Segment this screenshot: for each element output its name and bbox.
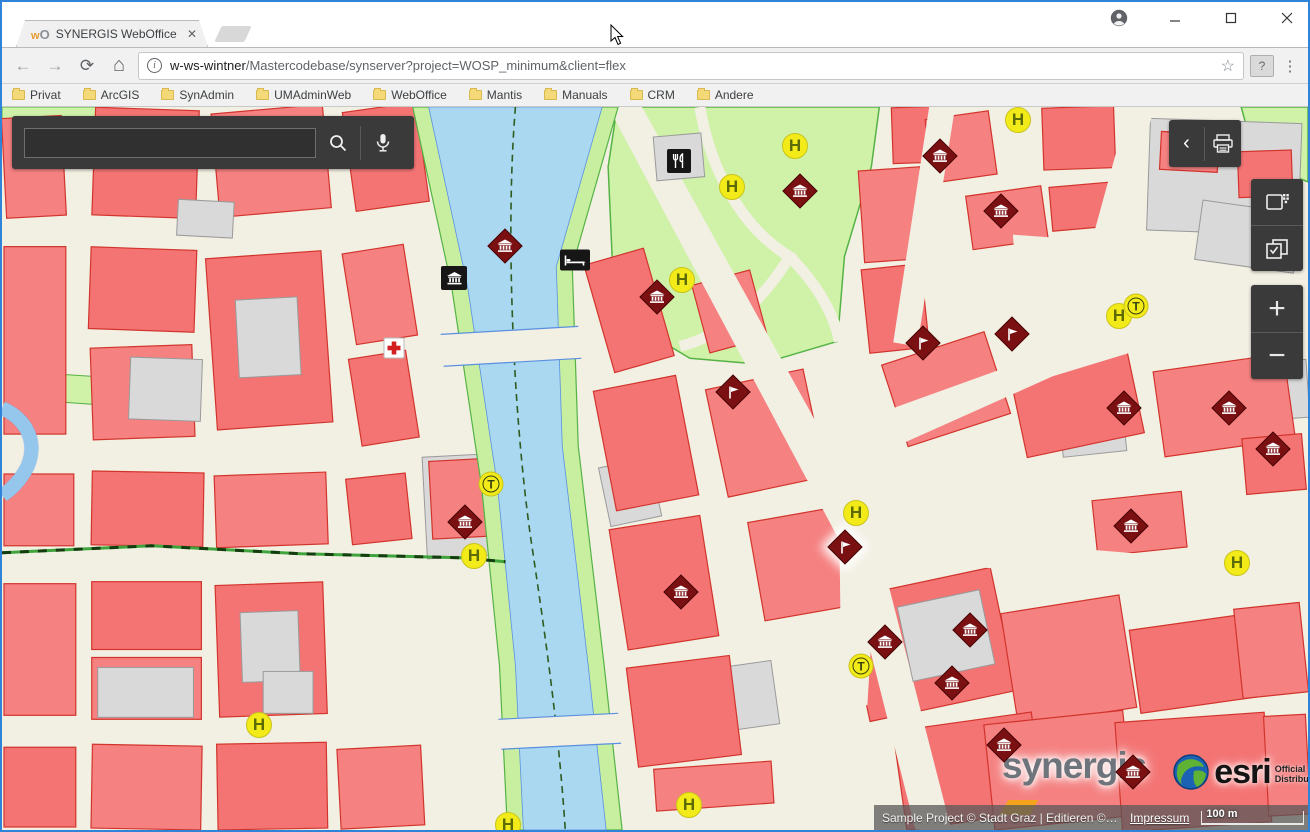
address-bar[interactable]: i w-ws-wintner/Mastercodebase/synserver?… — [138, 52, 1244, 80]
folder-icon — [373, 90, 386, 100]
print-panel: ‹ — [1169, 120, 1241, 167]
marker-stop[interactable]: H — [246, 712, 272, 738]
bookmark-label: Mantis — [487, 88, 522, 102]
marker-stop[interactable]: H — [843, 500, 869, 526]
url-text: w-ws-wintner/Mastercodebase/synserver?pr… — [170, 58, 1213, 73]
bookmark-label: Andere — [715, 88, 754, 102]
marker-stop[interactable]: H — [1224, 550, 1250, 576]
collapse-panel-icon[interactable]: ‹ — [1169, 124, 1204, 164]
folder-icon — [256, 90, 269, 100]
bookmark-label: Manuals — [562, 88, 607, 102]
bookmark-folder[interactable]: Andere — [697, 88, 754, 102]
browser-toolbar: ← → ⟳ ⌂ i w-ws-wintner/Mastercodebase/sy… — [2, 47, 1308, 84]
search-panel — [12, 116, 414, 169]
reload-icon[interactable]: ⟳ — [74, 53, 100, 79]
bookmark-star-icon[interactable]: ☆ — [1221, 56, 1235, 76]
bookmark-label: SynAdmin — [179, 88, 234, 102]
marker-stop[interactable]: H — [676, 792, 702, 818]
map-tools-panel — [1251, 179, 1303, 271]
basemap-layer — [2, 107, 1308, 830]
browser-window: wO SYNERGIS WebOffice ✕ ← → ⟳ ⌂ i w-ws-w… — [0, 0, 1310, 832]
close-button[interactable] — [1272, 7, 1302, 29]
tab-title: SYNERGIS WebOffice — [56, 27, 179, 41]
folder-icon — [544, 90, 557, 100]
marker-taxi[interactable]: T — [1124, 294, 1149, 319]
bookmark-folder[interactable]: Mantis — [469, 88, 522, 102]
menu-icon[interactable]: ⋮ — [1280, 57, 1300, 75]
bookmark-folder[interactable]: Manuals — [544, 88, 607, 102]
bookmark-label: CRM — [648, 88, 675, 102]
marker-stop[interactable]: H — [1005, 107, 1031, 133]
search-icon[interactable] — [316, 123, 360, 163]
bookmark-label: WebOffice — [391, 88, 447, 102]
bookmark-folder[interactable]: UMAdminWeb — [256, 88, 351, 102]
marker-taxi[interactable]: T — [849, 654, 874, 679]
scale-bar: 100 m — [1201, 811, 1304, 825]
bookmark-folder[interactable]: ArcGIS — [83, 88, 140, 102]
marker-pharmacy[interactable] — [384, 338, 405, 359]
back-icon[interactable]: ← — [10, 53, 36, 79]
folder-icon — [12, 90, 25, 100]
folder-icon — [630, 90, 643, 100]
profile-icon[interactable] — [1104, 7, 1134, 29]
page-info-icon[interactable]: i — [147, 58, 162, 73]
minimize-button[interactable] — [1160, 7, 1190, 29]
browser-tab[interactable]: wO SYNERGIS WebOffice ✕ — [16, 20, 208, 47]
folder-icon — [161, 90, 174, 100]
zoom-in-button[interactable]: + — [1251, 285, 1303, 332]
print-icon[interactable] — [1205, 124, 1240, 164]
folder-icon — [697, 90, 710, 100]
titlebar: wO SYNERGIS WebOffice ✕ — [2, 2, 1308, 47]
zoom-out-button[interactable]: − — [1251, 332, 1303, 379]
marker-hotel[interactable] — [560, 250, 590, 271]
folder-icon — [469, 90, 482, 100]
bookmark-label: UMAdminWeb — [274, 88, 351, 102]
marker-stop[interactable]: H — [461, 543, 487, 569]
impressum-link[interactable]: Impressum — [1130, 811, 1189, 825]
marker-restaurant[interactable] — [667, 149, 691, 173]
maximize-button[interactable] — [1216, 7, 1246, 29]
marker-stop[interactable]: H — [782, 133, 808, 159]
map-statusbar: Sample Project © Stadt Graz | Editieren … — [874, 805, 1308, 830]
marker-stop[interactable]: H — [719, 174, 745, 200]
folder-icon — [83, 90, 96, 100]
esri-globe-icon — [1172, 753, 1210, 791]
microphone-icon[interactable] — [361, 123, 405, 163]
bookmark-label: ArcGIS — [101, 88, 140, 102]
bookmark-label: Privat — [30, 88, 61, 102]
extension-button[interactable]: ? — [1250, 55, 1274, 77]
forward-icon[interactable]: → — [42, 53, 68, 79]
bookmark-folder[interactable]: Privat — [12, 88, 61, 102]
bookmarks-bar: Privat ArcGIS SynAdmin UMAdminWeb WebOffice M… — [2, 84, 1308, 107]
bookmark-folder[interactable]: SynAdmin — [161, 88, 234, 102]
legend-icon[interactable] — [1251, 225, 1303, 271]
search-input[interactable] — [24, 128, 316, 158]
marker-taxi[interactable]: T — [479, 472, 504, 497]
tab-close-icon[interactable]: ✕ — [185, 27, 199, 41]
bookmark-folder[interactable]: CRM — [630, 88, 675, 102]
marker-stop[interactable]: H — [669, 267, 695, 293]
attribution-text: Sample Project © Stadt Graz | Editieren … — [882, 811, 1120, 825]
marker-museum-black[interactable] — [441, 266, 467, 290]
mouse-cursor — [610, 24, 624, 46]
zoom-panel: + − — [1251, 285, 1303, 379]
tab-favicon: wO — [31, 27, 50, 42]
map-canvas[interactable]: ‹ + − synergis esri Offici — [2, 107, 1308, 830]
new-tab-button[interactable] — [214, 26, 251, 42]
home-icon[interactable]: ⌂ — [106, 53, 132, 79]
basemap-switcher-icon[interactable] — [1251, 179, 1303, 225]
bookmark-folder[interactable]: WebOffice — [373, 88, 447, 102]
esri-logo: esri OfficialDistributor — [1172, 753, 1308, 791]
